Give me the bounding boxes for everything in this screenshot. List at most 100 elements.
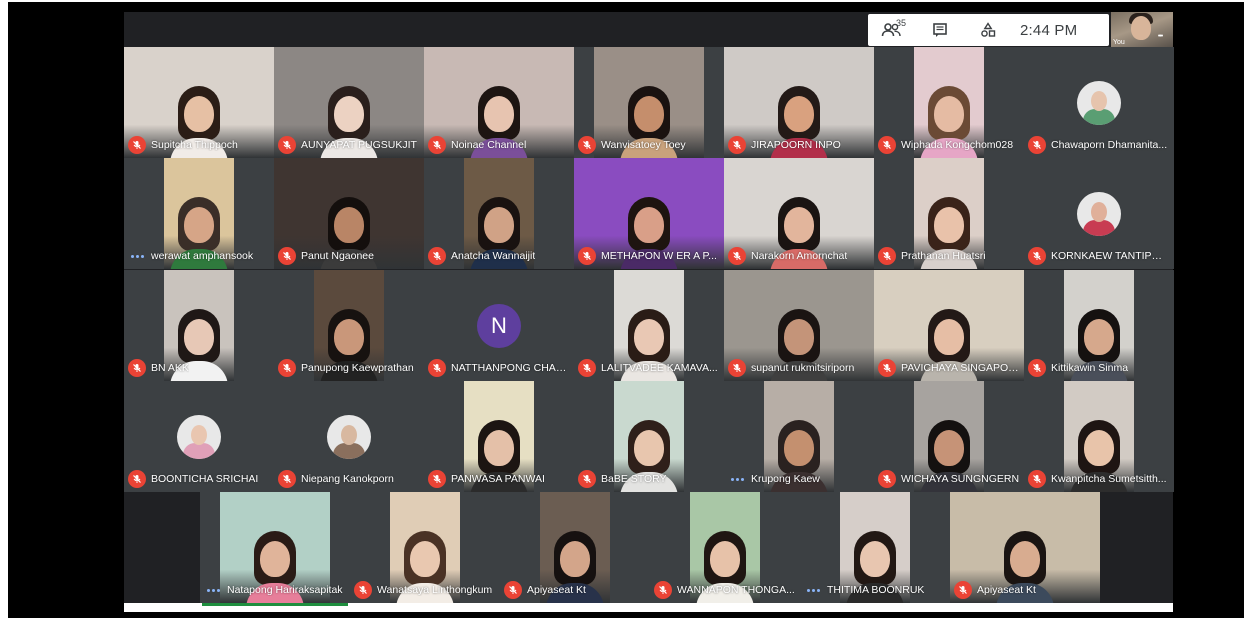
- participant-tile[interactable]: Panupong Kaewprathan: [274, 270, 424, 381]
- participant-tile[interactable]: Niepang Kanokporn: [274, 381, 424, 492]
- participant-tile[interactable]: PANWASA PANWAI: [424, 381, 574, 492]
- speaking-indicator-icon: [204, 581, 222, 599]
- figure-face: [860, 541, 890, 577]
- participant-tile[interactable]: Wiphada Kongchom028: [874, 47, 1024, 158]
- participant-tile[interactable]: Panut Ngaonee: [274, 158, 424, 269]
- mic-off-icon: [654, 581, 672, 599]
- participant-tile[interactable]: LALITVADEE KAMAVA...: [574, 270, 724, 381]
- participant-tile[interactable]: werawat amphansook: [124, 158, 274, 269]
- participant-tile[interactable]: THITIMA BOONRUK: [800, 492, 950, 603]
- participant-name: LALITVADEE KAMAVA...: [601, 362, 718, 374]
- meeting-toolbar: 35 2:44 PM: [868, 14, 1109, 46]
- mic-off-icon: [278, 136, 296, 154]
- figure-face: [784, 319, 814, 355]
- figure-face: [1010, 541, 1040, 577]
- participant-name: JIRAPOORN INPO: [751, 139, 841, 151]
- mic-off-icon: [1028, 247, 1046, 265]
- mic-off-icon: [128, 359, 146, 377]
- participant-tile[interactable]: supanut rukmitsiriporn: [724, 270, 874, 381]
- participants-button[interactable]: 35: [868, 14, 916, 46]
- participant-name: PAVICHAYA SINGAPORE: [901, 362, 1020, 374]
- mic-off-icon: [954, 581, 972, 599]
- figure-face: [334, 207, 364, 243]
- speaking-dot: [130, 254, 134, 258]
- figure-face: [634, 319, 664, 355]
- profile-avatar: [327, 415, 371, 459]
- chat-button[interactable]: [916, 14, 964, 46]
- mic-off-icon: [728, 359, 746, 377]
- participant-label: PANWASA PANWAI: [428, 469, 570, 489]
- participant-name: Supitcha Thippoch: [151, 139, 238, 151]
- participant-label: KORNKAEW TANTIPON...: [1028, 246, 1170, 266]
- participant-tile[interactable]: Natapong Hariraksapitak: [200, 492, 350, 603]
- participant-tile[interactable]: PAVICHAYA SINGAPORE: [874, 270, 1024, 381]
- more-options-icon[interactable]: •••: [1151, 27, 1169, 45]
- speaking-dot: [140, 254, 144, 258]
- activities-icon: [980, 22, 996, 38]
- participant-name: Anatcha Wannaijit: [451, 250, 536, 262]
- figure-face: [184, 319, 214, 355]
- participant-label: BN AKK: [128, 358, 270, 378]
- mic-off-icon: [728, 136, 746, 154]
- participant-tile[interactable]: Wanvisatoey Toey: [574, 47, 724, 158]
- participant-tile[interactable]: Apiyaseat Kt: [500, 492, 650, 603]
- figure-face: [410, 541, 440, 577]
- figure-face: [1084, 319, 1114, 355]
- participant-tile[interactable]: AUNYAPAT PUGSUKJIT: [274, 47, 424, 158]
- participant-tile[interactable]: Kittikawin Sinma: [1024, 270, 1174, 381]
- participant-name: Krupong Kaew: [751, 473, 820, 485]
- participant-tile[interactable]: Anatcha Wannaijit: [424, 158, 574, 269]
- figure-face: [1084, 430, 1114, 466]
- participant-tile[interactable]: Wanatsaya Linthongkum: [350, 492, 500, 603]
- self-view[interactable]: You •••: [1111, 12, 1173, 47]
- participant-tile[interactable]: JIRAPOORN INPO: [724, 47, 874, 158]
- participant-tile[interactable]: Kwanpitcha Sumetsitth...: [1024, 381, 1174, 492]
- participant-label: Narakorn Amornchat: [728, 246, 870, 266]
- mic-off-icon: [878, 136, 896, 154]
- participant-tile[interactable]: Apiyaseat Kt: [950, 492, 1100, 603]
- participant-label: WANNAPON THONGA...: [654, 580, 796, 600]
- participant-tile[interactable]: BOONTICHA SRICHAI: [124, 381, 274, 492]
- participant-label: WICHAYA SUNGNGERN: [878, 469, 1020, 489]
- speaking-indicator-icon: [804, 581, 822, 599]
- participant-name: werawat amphansook: [151, 250, 254, 262]
- participant-label: Krupong Kaew: [728, 469, 870, 489]
- speaking-dot: [806, 588, 810, 592]
- participant-label: werawat amphansook: [128, 246, 270, 266]
- speaking-dot: [216, 588, 220, 592]
- participant-label: Kittikawin Sinma: [1028, 358, 1170, 378]
- participant-tile[interactable]: Chawaporn Dhamanita...: [1024, 47, 1174, 158]
- self-view-label: You: [1113, 39, 1125, 46]
- participant-label: AUNYAPAT PUGSUKJIT: [278, 135, 420, 155]
- participant-tile[interactable]: Narakorn Amornchat: [724, 158, 874, 269]
- participant-name: WICHAYA SUNGNGERN: [901, 473, 1020, 485]
- participant-label: LALITVADEE KAMAVA...: [578, 358, 720, 378]
- avatar-face: [1091, 202, 1107, 222]
- participant-tile[interactable]: Krupong Kaew: [724, 381, 874, 492]
- mic-off-icon: [1028, 136, 1046, 154]
- bottom-bar: [124, 603, 1173, 612]
- participant-tile[interactable]: KORNKAEW TANTIPON...: [1024, 158, 1174, 269]
- participant-tile[interactable]: WICHAYA SUNGNGERN: [874, 381, 1024, 492]
- participant-tile[interactable]: Supitcha Thippoch: [124, 47, 274, 158]
- activities-button[interactable]: [964, 14, 1012, 46]
- participant-label: Panupong Kaewprathan: [278, 358, 420, 378]
- participant-tile[interactable]: BN AKK: [124, 270, 274, 381]
- participant-tile[interactable]: WANNAPON THONGA...: [650, 492, 800, 603]
- participant-tile[interactable]: BaBE STORY: [574, 381, 724, 492]
- participant-label: Wiphada Kongchom028: [878, 135, 1020, 155]
- participant-tile[interactable]: N NATTHANPONG CHAN...: [424, 270, 574, 381]
- speaking-indicator-icon: [728, 470, 746, 488]
- figure-face: [260, 541, 290, 577]
- participant-label: Wanvisatoey Toey: [578, 135, 720, 155]
- mic-off-icon: [878, 247, 896, 265]
- avatar-face: [191, 425, 207, 445]
- participant-name: KORNKAEW TANTIPON...: [1051, 250, 1170, 262]
- mic-off-icon: [728, 247, 746, 265]
- mic-off-icon: [578, 247, 596, 265]
- participant-tile[interactable]: Noinae Channel: [424, 47, 574, 158]
- figure-face: [560, 541, 590, 577]
- participant-tile[interactable]: Prathanan Huatsri: [874, 158, 1024, 269]
- mic-off-icon: [128, 470, 146, 488]
- participant-tile[interactable]: METHAPON W ER A P...: [574, 158, 724, 269]
